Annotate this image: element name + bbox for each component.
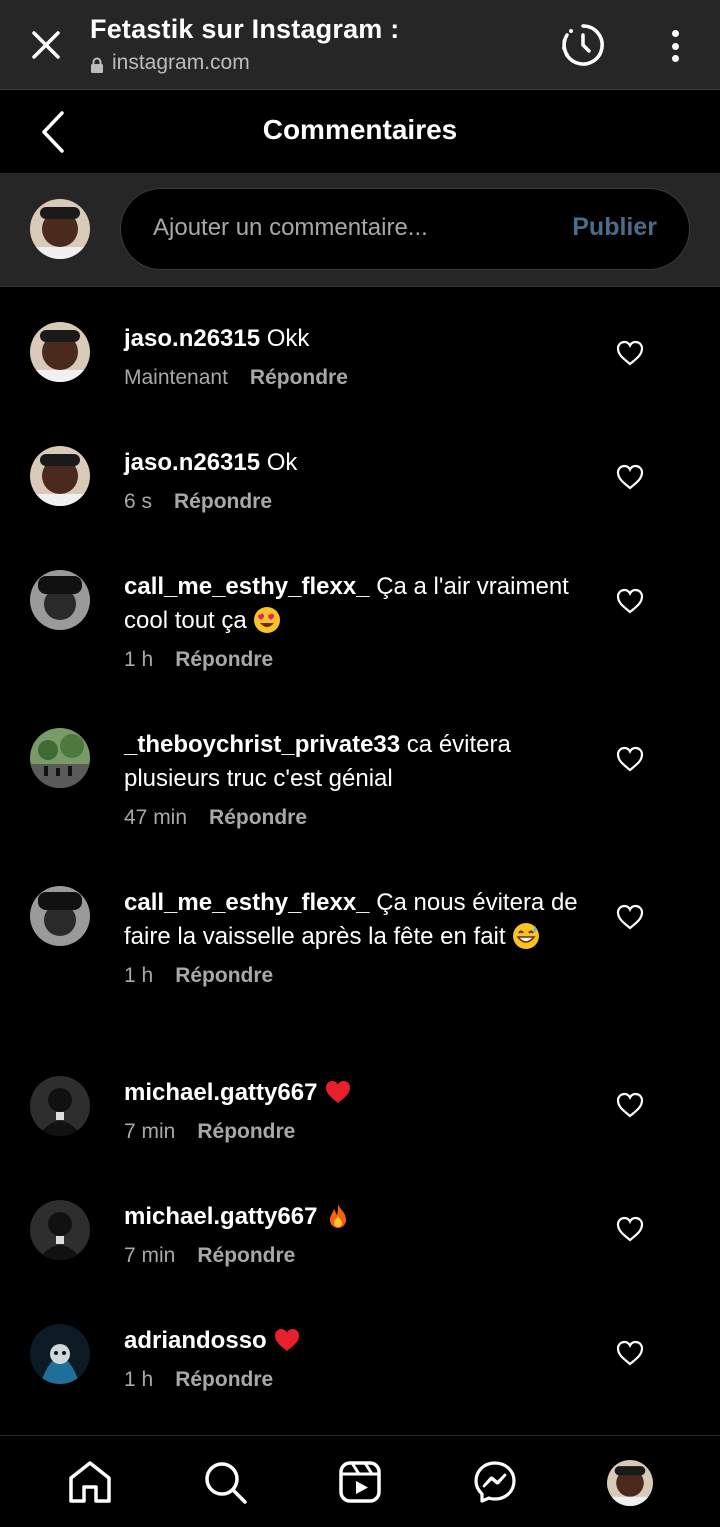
red-heart-emoji [273, 1326, 301, 1354]
red-heart-emoji [324, 1078, 352, 1106]
page-title: Commentaires [262, 114, 458, 145]
fire-emoji [324, 1202, 352, 1230]
avatar[interactable] [30, 1200, 90, 1260]
avatar[interactable] [30, 446, 90, 506]
reply-button[interactable]: Répondre [175, 648, 273, 672]
avatar[interactable] [30, 322, 90, 382]
avatar[interactable] [30, 1324, 90, 1384]
comment-body: jaso.n26315 Okk Maintenant Répondre [124, 322, 594, 390]
comment-text: _theboychrist_private33 ca évitera plusi… [124, 728, 594, 796]
heart-icon[interactable] [616, 746, 644, 772]
comment-text: call_me_esthy_flexx_ Ça nous évitera de … [124, 886, 594, 954]
avatar[interactable] [30, 728, 90, 788]
comment-meta: 1 h Répondre [124, 648, 594, 672]
comment-username[interactable]: michael.gatty667 [124, 1203, 317, 1230]
heart-icon[interactable] [616, 1092, 644, 1118]
avatar[interactable] [30, 1076, 90, 1136]
comment-time: Maintenant [124, 366, 228, 389]
comment-text: call_me_esthy_flexx_ Ça a l'air vraiment… [124, 570, 594, 638]
avatar[interactable] [30, 199, 90, 259]
comment-input-placeholder: Ajouter un commentaire... [153, 214, 428, 241]
comment-meta: 47 min Répondre [124, 806, 594, 830]
comment-text: jaso.n26315 Okk [124, 322, 594, 356]
comment-text: adriandosso [124, 1324, 594, 1358]
comment-time: 1 h [124, 964, 154, 987]
reply-button[interactable]: Répondre [175, 964, 273, 988]
comment-meta: 1 h Répondre [124, 1368, 594, 1392]
publish-button[interactable]: Publier [572, 213, 657, 242]
search-icon[interactable] [201, 1458, 249, 1506]
lock-icon [90, 55, 104, 73]
comment-body: michael.gatty667 7 min Répondre [124, 1076, 594, 1144]
comment-time: 47 min [124, 806, 188, 829]
comment-body: michael.gatty667 7 min Répondre [124, 1200, 594, 1268]
reply-button[interactable]: Répondre [209, 806, 307, 830]
heart-icon[interactable] [616, 1216, 644, 1242]
comment-username[interactable]: call_me_esthy_flexx_ [124, 889, 370, 916]
comment-body: adriandosso 1 h Répondre [124, 1324, 594, 1392]
comment-body: call_me_esthy_flexx_ Ça a l'air vraiment… [124, 570, 594, 672]
comment-username[interactable]: jaso.n26315 [124, 449, 260, 476]
comment-username[interactable]: _theboychrist_private33 [124, 731, 400, 758]
comment-text: jaso.n26315 Ok [124, 446, 594, 480]
comment-message: Okk [266, 325, 310, 352]
browser-url: instagram.com [90, 51, 399, 75]
comment-time: 1 h [124, 1368, 154, 1391]
heart-icon[interactable] [616, 588, 644, 614]
heart-icon[interactable] [616, 464, 644, 490]
reels-icon[interactable] [336, 1458, 384, 1506]
browser-title-block: Fetastik sur Instagram : instagram.com [90, 14, 399, 75]
comment-text: michael.gatty667 [124, 1200, 594, 1234]
avatar[interactable] [30, 570, 90, 630]
comment-meta: 7 min Répondre [124, 1120, 594, 1144]
history-timer-icon[interactable] [558, 22, 608, 68]
comment-username[interactable]: call_me_esthy_flexx_ [124, 573, 370, 600]
comments-header: Commentaires [0, 90, 720, 173]
heart-icon[interactable] [616, 340, 644, 366]
comment-meta: Maintenant Répondre [124, 366, 594, 390]
heart-icon[interactable] [616, 1340, 644, 1366]
comment-body: call_me_esthy_flexx_ Ça nous évitera de … [124, 886, 594, 988]
comment-time: 1 h [124, 648, 154, 671]
comment-composer: Ajouter un commentaire... Publier [0, 173, 720, 287]
messenger-icon[interactable] [471, 1458, 519, 1506]
comment-input[interactable]: Ajouter un commentaire... Publier [120, 188, 690, 270]
profile-avatar[interactable] [607, 1460, 653, 1506]
browser-title: Fetastik sur Instagram : [90, 14, 400, 44]
comment-meta: 7 min Répondre [124, 1244, 594, 1268]
comment-time: 6 s [124, 490, 153, 513]
reply-button[interactable]: Répondre [250, 366, 348, 390]
reply-button[interactable]: Répondre [175, 1368, 273, 1392]
home-icon[interactable] [66, 1458, 114, 1506]
reply-button[interactable]: Répondre [174, 490, 272, 514]
comment-username[interactable]: jaso.n26315 [124, 325, 260, 352]
comment-meta: 1 h Répondre [124, 964, 594, 988]
comment-time: 7 min [124, 1244, 176, 1267]
heart-icon[interactable] [616, 904, 644, 930]
comment-time: 7 min [124, 1120, 176, 1143]
comment-username[interactable]: michael.gatty667 [124, 1079, 317, 1106]
avatar[interactable] [30, 886, 90, 946]
comment-text: michael.gatty667 [124, 1076, 594, 1110]
browser-toolbar: Fetastik sur Instagram : instagram.com [0, 0, 720, 90]
bottom-navigation [0, 1435, 720, 1527]
heart-eyes-emoji [253, 606, 281, 634]
comment-body: jaso.n26315 Ok 6 s Répondre [124, 446, 594, 514]
reply-button[interactable]: Répondre [197, 1120, 295, 1144]
close-icon[interactable] [24, 23, 68, 67]
more-options-icon[interactable] [660, 26, 690, 66]
browser-url-text: instagram.com [112, 51, 250, 74]
comment-meta: 6 s Répondre [124, 490, 594, 514]
grinning-sweat-emoji [512, 922, 540, 950]
comment-body: _theboychrist_private33 ca évitera plusi… [124, 728, 594, 830]
reply-button[interactable]: Répondre [197, 1244, 295, 1268]
comment-username[interactable]: adriandosso [124, 1327, 267, 1354]
comment-message: Ok [266, 449, 298, 476]
